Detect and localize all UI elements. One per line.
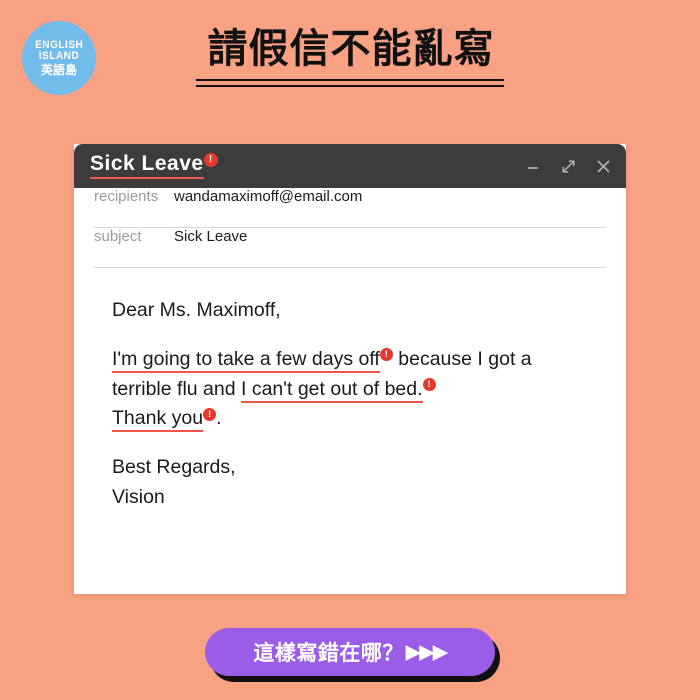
headline-double-rule xyxy=(196,79,504,87)
recipients-row[interactable]: recipients wandamaximoff@email.com xyxy=(94,188,606,228)
close-icon[interactable] xyxy=(594,157,612,175)
headline-rule-bottom xyxy=(196,85,504,87)
error-phrase-1: I'm going to take a few days off xyxy=(112,347,380,373)
window-titlebar: Sick Leave ! xyxy=(74,144,626,188)
expand-icon[interactable] xyxy=(559,157,577,175)
body-sender: Vision xyxy=(112,486,165,509)
headline-block: 請假信不能亂寫 xyxy=(196,26,506,87)
window-controls xyxy=(524,157,612,175)
page-title: 請假信不能亂寫 xyxy=(207,27,495,71)
subject-label: subject xyxy=(94,228,142,245)
email-header-fields: recipients wandamaximoff@email.com subje… xyxy=(74,188,626,268)
window-title-group: Sick Leave ! xyxy=(90,153,218,179)
cta-button[interactable]: 這樣寫錯在哪？ ▶▶▶ xyxy=(205,628,495,676)
body-signoff: Best Regards, xyxy=(112,456,236,479)
cta-arrows-icon: ▶▶▶ xyxy=(405,641,448,663)
email-compose-window: Sick Leave ! recipients wandamaximoff@em… xyxy=(74,144,626,594)
minimize-icon[interactable] xyxy=(524,157,542,175)
warning-badge-3: ! xyxy=(203,407,217,421)
error-phrase-2: I can't get out of bed. xyxy=(241,377,423,403)
warning-badge-2: ! xyxy=(422,378,436,392)
cta-label: 這樣寫錯在哪？ xyxy=(253,642,404,665)
brand-logo: ENGLISH ISLAND 英語島 xyxy=(22,21,96,95)
email-body[interactable]: Dear Ms. Maximoff, I'm going to take a f… xyxy=(74,268,626,513)
body-greeting: Dear Ms. Maximoff, xyxy=(112,299,281,321)
warning-badge-1: ! xyxy=(379,348,393,362)
headline-rule-top xyxy=(196,79,504,81)
error-phrase-3: Thank you xyxy=(112,407,204,433)
warning-badge-title: ! xyxy=(203,153,218,168)
window-title: Sick Leave xyxy=(90,153,204,179)
logo-line-2: ISLAND xyxy=(38,50,80,63)
subject-input[interactable]: Sick Leave xyxy=(174,228,247,245)
body-text-2: . xyxy=(216,407,222,430)
body-paragraph: I'm going to take a few days off! becaus… xyxy=(112,345,596,434)
logo-line-3: 英語島 xyxy=(40,62,77,77)
recipients-label: recipients xyxy=(94,188,159,205)
subject-row[interactable]: subject Sick Leave xyxy=(94,228,606,268)
recipients-input[interactable]: wandamaximoff@email.com xyxy=(174,188,362,205)
